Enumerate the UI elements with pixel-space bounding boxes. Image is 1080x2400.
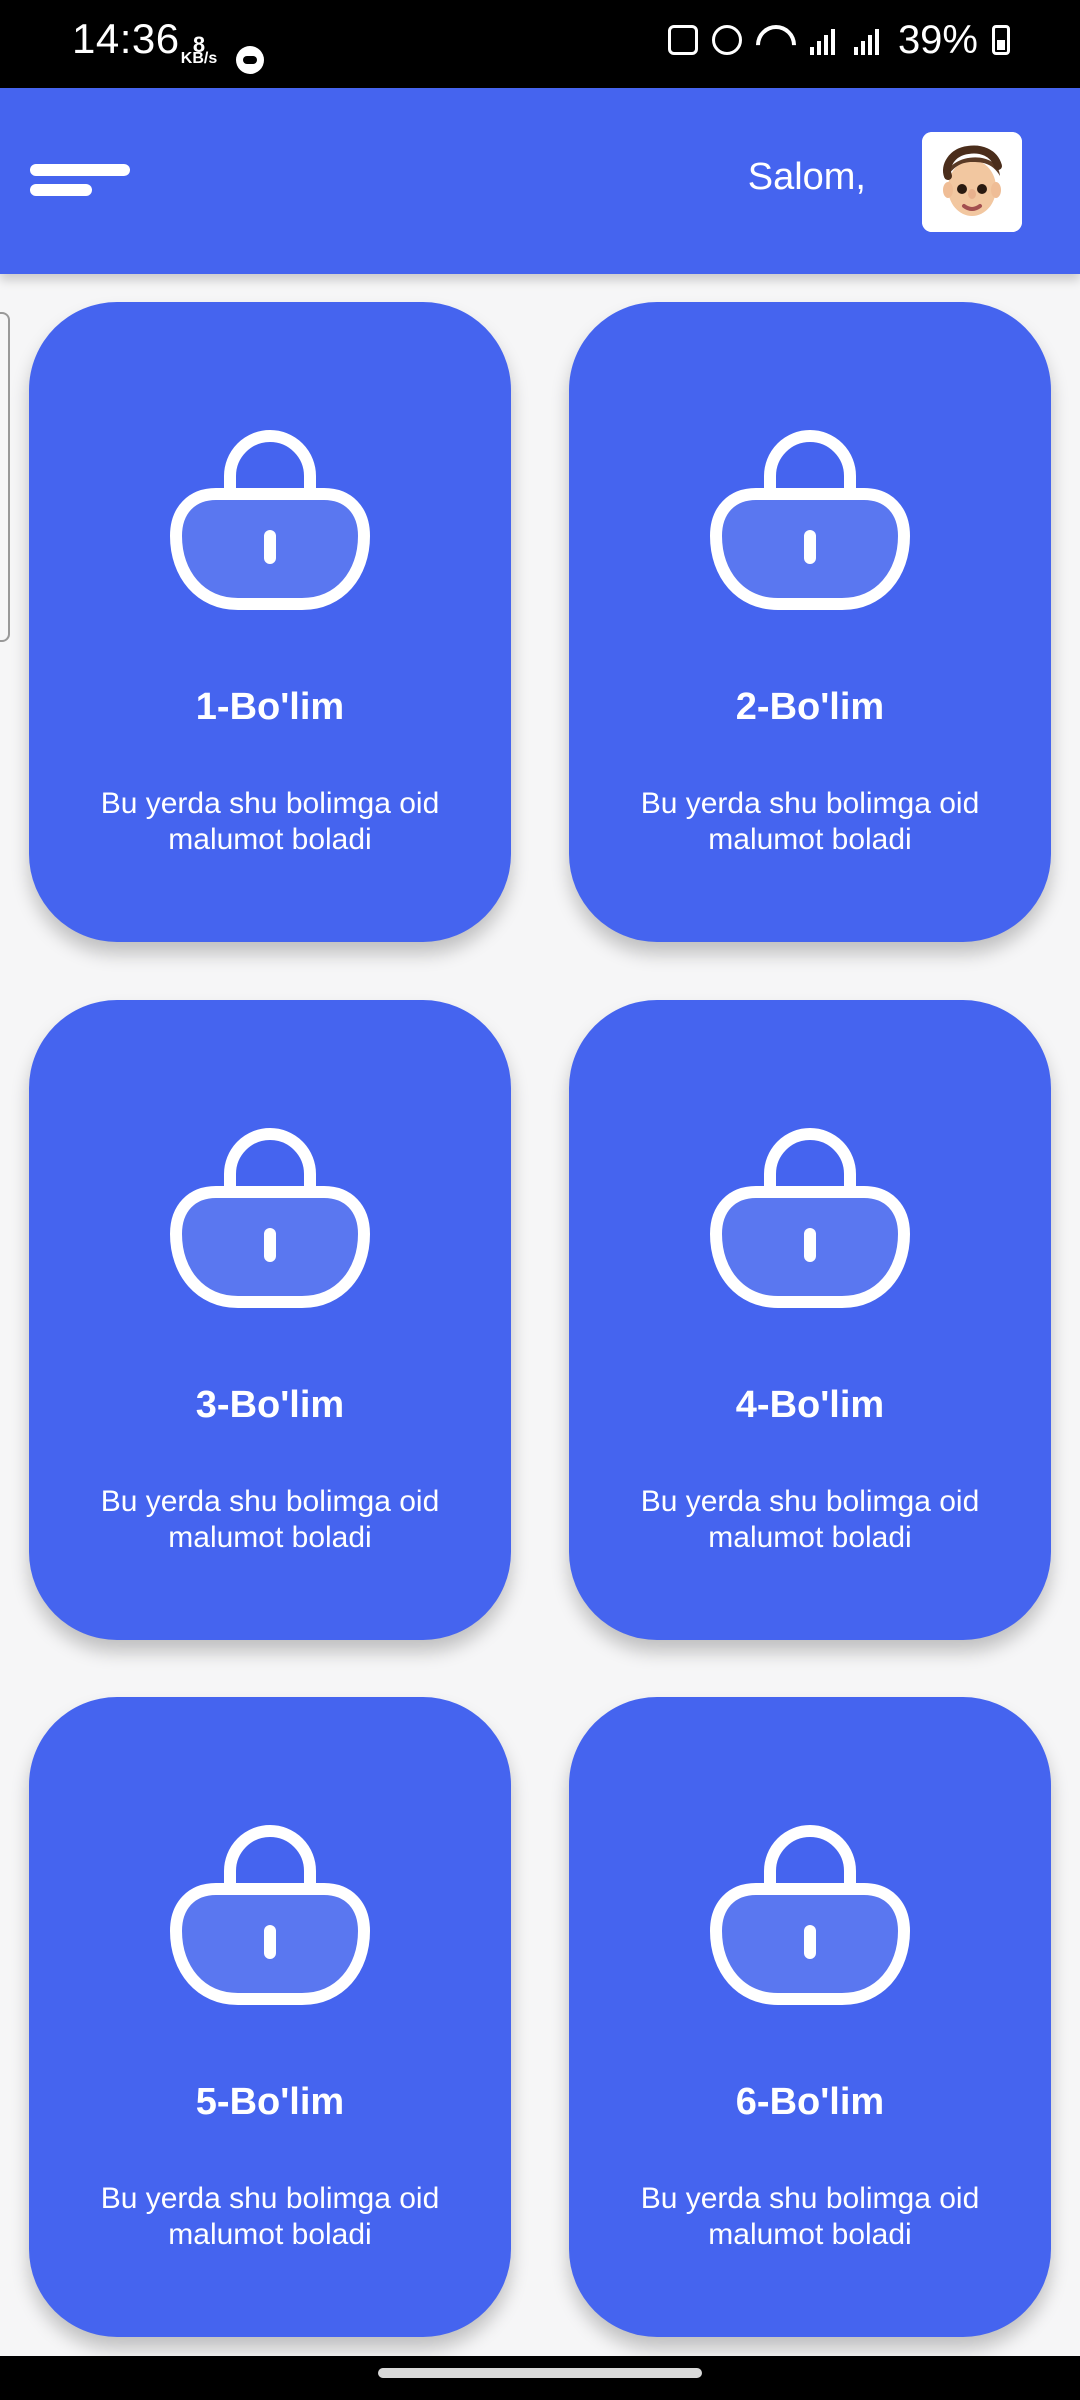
- card-description: Bu yerda shu bolimga oid malumot boladi: [100, 787, 440, 856]
- app-bar: Salom,: [0, 88, 1080, 274]
- home-indicator[interactable]: [378, 2368, 702, 2378]
- card-1[interactable]: 1-Bo'lim Bu yerda shu bolimga oid malumo…: [29, 302, 511, 942]
- card-3[interactable]: 3-Bo'lim Bu yerda shu bolimga oid malumo…: [29, 1000, 511, 1640]
- lock-icon: [170, 1825, 370, 2005]
- lock-icon: [170, 1128, 370, 1308]
- lock-icon: [170, 430, 370, 610]
- card-title: 5-Bo'lim: [195, 2081, 345, 2123]
- card-description: Bu yerda shu bolimga oid malumot boladi: [640, 1485, 980, 1554]
- lock-icon: [710, 1128, 910, 1308]
- lock-icon: [710, 430, 910, 610]
- card-5[interactable]: 5-Bo'lim Bu yerda shu bolimga oid malumo…: [29, 1697, 511, 2337]
- navigation-bar: [0, 2356, 1080, 2400]
- card-grid: 1-Bo'lim Bu yerda shu bolimga oid malumo…: [0, 0, 1080, 2400]
- menu-icon[interactable]: [30, 164, 130, 204]
- card-title: 4-Bo'lim: [735, 1384, 885, 1426]
- edge-panel-handle[interactable]: [0, 312, 10, 642]
- card-title: 3-Bo'lim: [195, 1384, 345, 1426]
- avatar-icon[interactable]: [922, 132, 1022, 232]
- card-title: 2-Bo'lim: [735, 686, 885, 728]
- card-title: 1-Bo'lim: [195, 686, 345, 728]
- card-description: Bu yerda shu bolimga oid malumot boladi: [640, 787, 980, 856]
- lock-icon: [710, 1825, 910, 2005]
- card-description: Bu yerda shu bolimga oid malumot boladi: [640, 2182, 980, 2251]
- card-6[interactable]: 6-Bo'lim Bu yerda shu bolimga oid malumo…: [569, 1697, 1051, 2337]
- card-4[interactable]: 4-Bo'lim Bu yerda shu bolimga oid malumo…: [569, 1000, 1051, 1640]
- card-description: Bu yerda shu bolimga oid malumot boladi: [100, 2182, 440, 2251]
- card-description: Bu yerda shu bolimga oid malumot boladi: [100, 1485, 440, 1554]
- card-title: 6-Bo'lim: [735, 2081, 885, 2123]
- card-2[interactable]: 2-Bo'lim Bu yerda shu bolimga oid malumo…: [569, 302, 1051, 942]
- greeting-text: Salom,: [747, 156, 866, 198]
